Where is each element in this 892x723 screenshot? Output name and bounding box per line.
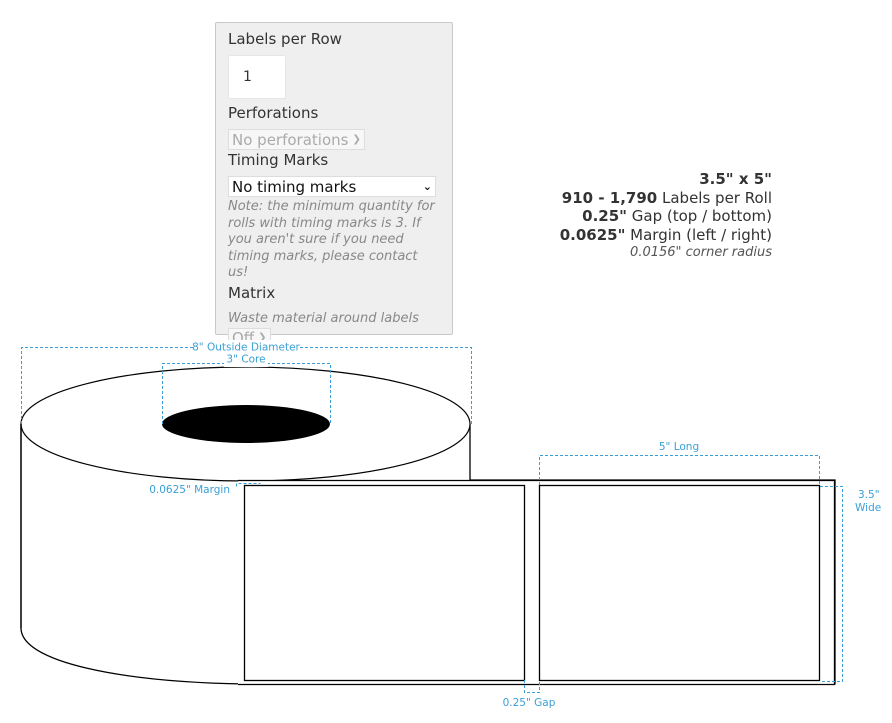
width-label-line2: Wide: [855, 502, 881, 514]
label-2: [538, 484, 821, 682]
label-1: [243, 484, 526, 682]
margin-label: 0.0625" Margin: [149, 484, 230, 496]
roll-diagram: 8" Outside Diameter 3" Core 0.0625" Marg…: [20, 340, 881, 709]
roll-core: [162, 405, 330, 443]
core-label: 3" Core: [226, 354, 265, 366]
gap-label: 0.25" Gap: [503, 697, 556, 709]
width-label-line1: 3.5": [858, 489, 880, 501]
length-label: 5" Long: [659, 441, 699, 453]
outside-diameter-label: 8" Outside Diameter: [192, 342, 300, 354]
